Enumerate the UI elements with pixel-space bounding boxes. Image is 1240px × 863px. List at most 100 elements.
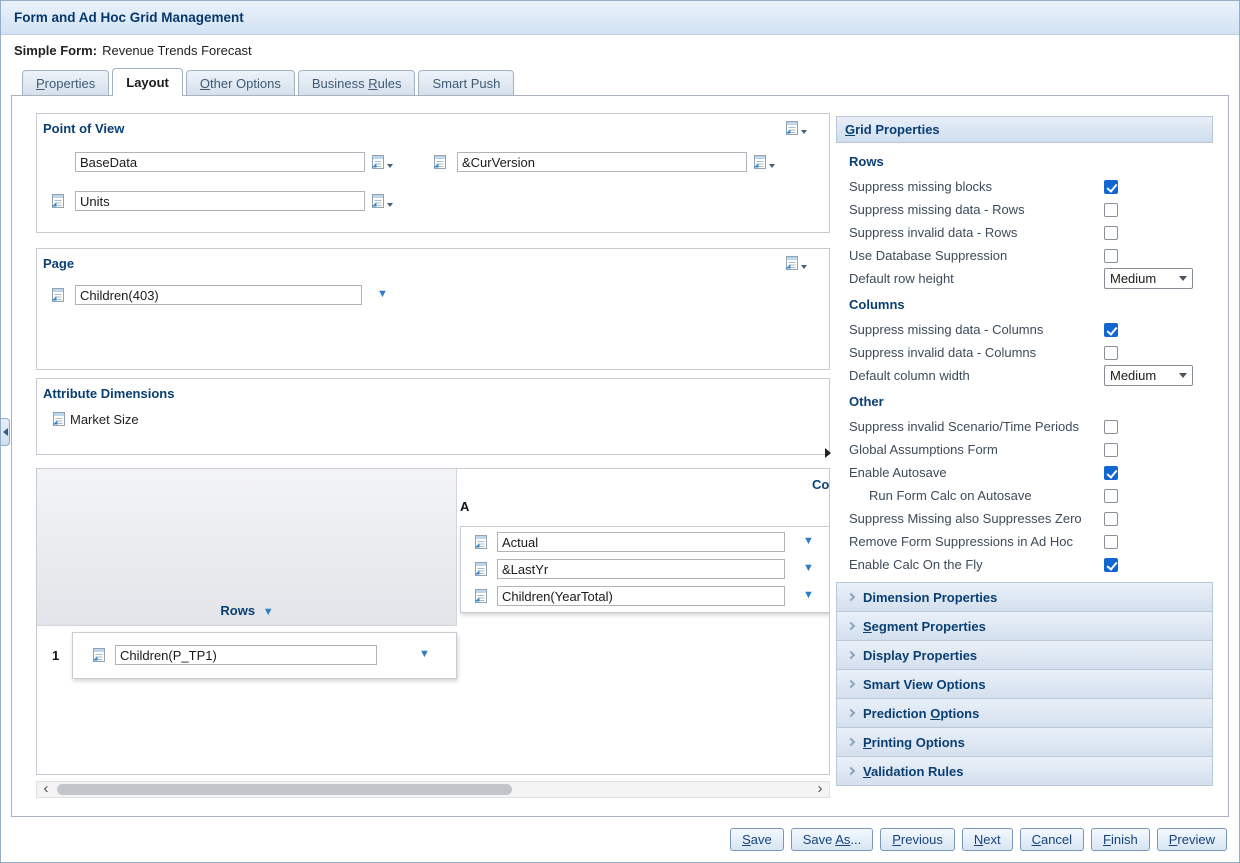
- next-button[interactable]: Next: [962, 828, 1013, 851]
- use-database-suppression-checkbox[interactable]: [1104, 249, 1118, 263]
- chevron-right-icon: [847, 680, 855, 688]
- select-value: Medium: [1110, 368, 1156, 383]
- tab-other-options[interactable]: Other Options: [186, 70, 295, 95]
- dimension-icon[interactable]: [91, 647, 107, 663]
- section-printing-options[interactable]: Printing Options: [836, 727, 1213, 757]
- dimension-icon[interactable]: [432, 154, 448, 170]
- section-segment-properties[interactable]: Segment Properties: [836, 611, 1213, 641]
- dropdown-arrow-icon[interactable]: ▼: [803, 590, 814, 601]
- scrollbar-thumb[interactable]: [57, 784, 512, 795]
- accordion-label: Printing Options: [863, 735, 965, 750]
- pov-member-input[interactable]: [75, 152, 365, 172]
- suppress-missing-blocks-checkbox[interactable]: [1104, 180, 1118, 194]
- finish-button[interactable]: Finish: [1091, 828, 1150, 851]
- member-selector-button[interactable]: [752, 154, 775, 170]
- dimension-icon[interactable]: [50, 193, 66, 209]
- previous-button[interactable]: Previous: [880, 828, 955, 851]
- accordion-label: Segment Properties: [863, 619, 986, 634]
- default-row-height-select[interactable]: Medium: [1104, 268, 1193, 289]
- suppress-invalid-scenario-time-periods-checkbox[interactable]: [1104, 420, 1118, 434]
- member-selector-button[interactable]: [370, 193, 393, 209]
- column-member-input[interactable]: [497, 586, 785, 606]
- remove-form-suppressions-in-ad-hoc-checkbox[interactable]: [1104, 535, 1118, 549]
- chevron-right-icon: [847, 593, 855, 601]
- horizontal-scrollbar[interactable]: ‹ ›: [36, 781, 830, 798]
- splitter-collapse-right-button[interactable]: [825, 448, 831, 458]
- row-number: 1: [52, 648, 59, 663]
- column-member-input[interactable]: [497, 532, 785, 552]
- tab-label: Business Rules: [312, 76, 402, 91]
- section-dimension-properties[interactable]: Dimension Properties: [836, 582, 1213, 612]
- run-form-calc-on-autosave-checkbox[interactable]: [1104, 489, 1118, 503]
- dropdown-arrow-icon[interactable]: ▼: [803, 536, 814, 547]
- prop-row: Global Assumptions Form: [836, 438, 1213, 461]
- dimension-icon[interactable]: [50, 287, 66, 303]
- section-prediction-options[interactable]: Prediction Options: [836, 698, 1213, 728]
- column-member-input[interactable]: [497, 559, 785, 579]
- pov-member-input[interactable]: [75, 191, 365, 211]
- accordion-label: Dimension Properties: [863, 590, 997, 605]
- member-selector-button[interactable]: [370, 154, 393, 170]
- tab-layout[interactable]: Layout: [112, 68, 183, 96]
- prop-row: Remove Form Suppressions in Ad Hoc: [836, 530, 1213, 553]
- cancel-button[interactable]: Cancel: [1020, 828, 1084, 851]
- grid-properties-body: Rows Suppress missing blocks Suppress mi…: [836, 143, 1213, 576]
- page-title-label: Page: [43, 256, 74, 271]
- section-smart-view-options[interactable]: Smart View Options: [836, 669, 1213, 699]
- grid-properties-title: Grid Properties: [845, 122, 940, 137]
- enable-autosave-checkbox[interactable]: [1104, 466, 1118, 480]
- suppress-invalid-data-rows-checkbox[interactable]: [1104, 226, 1118, 240]
- dropdown-arrow-icon[interactable]: ▼: [419, 649, 430, 660]
- rows-axis-header[interactable]: Rows ▼: [37, 603, 457, 618]
- tab-properties[interactable]: Properties: [22, 70, 109, 95]
- preview-button[interactable]: Preview: [1157, 828, 1227, 851]
- attribute-dimension-item[interactable]: Market Size: [51, 411, 139, 427]
- button-label: Preview: [1169, 832, 1215, 847]
- suppress-invalid-data-columns-checkbox[interactable]: [1104, 346, 1118, 360]
- dropdown-arrow-icon[interactable]: ▼: [803, 563, 814, 574]
- columns-axis-header[interactable]: Columns: [812, 477, 830, 492]
- default-column-width-select[interactable]: Medium: [1104, 365, 1193, 386]
- row-member-input[interactable]: [115, 645, 377, 665]
- dimension-icon[interactable]: [473, 561, 489, 577]
- footer-button-bar: Save Save As... Previous Next Cancel Fin…: [1, 817, 1239, 862]
- tab-smart-push[interactable]: Smart Push: [418, 70, 514, 95]
- tab-business-rules[interactable]: Business Rules: [298, 70, 416, 95]
- section-display-properties[interactable]: Display Properties: [836, 640, 1213, 670]
- suppress-missing-data-rows-checkbox[interactable]: [1104, 203, 1118, 217]
- scroll-left-arrow[interactable]: ‹: [39, 782, 53, 797]
- button-label: Next: [974, 832, 1001, 847]
- dropdown-arrow-icon[interactable]: ▼: [377, 289, 388, 300]
- column-header-a: A: [460, 499, 469, 514]
- grid-properties-panel: Grid Properties Rows Suppress missing bl…: [836, 116, 1213, 786]
- global-assumptions-form-checkbox[interactable]: [1104, 443, 1118, 457]
- pov-actions-button[interactable]: [784, 120, 807, 136]
- grid-properties-header[interactable]: Grid Properties: [836, 116, 1213, 143]
- grid-designer: Rows ▼ Columns A ▼ ▼ ▼ 1 ▼: [36, 468, 830, 775]
- scroll-right-arrow[interactable]: ›: [813, 782, 827, 797]
- dimension-icon[interactable]: [473, 588, 489, 604]
- save-as-button[interactable]: Save As...: [791, 828, 874, 851]
- suppress-missing-also-suppresses-zero-checkbox[interactable]: [1104, 512, 1118, 526]
- pov-member-input[interactable]: [457, 152, 747, 172]
- chevron-down-icon: [801, 265, 807, 269]
- accordion-label: Smart View Options: [863, 677, 986, 692]
- page-actions-button[interactable]: [784, 255, 807, 271]
- chevron-right-icon: [847, 622, 855, 630]
- save-button[interactable]: Save: [730, 828, 784, 851]
- rows-label: Rows: [220, 603, 255, 618]
- prop-row: Suppress missing data - Columns: [836, 318, 1213, 341]
- splitter-collapse-left-button[interactable]: [1, 418, 10, 446]
- section-validation-rules[interactable]: Validation Rules: [836, 756, 1213, 786]
- page-member-input[interactable]: [75, 285, 362, 305]
- section-heading-other: Other: [836, 387, 1213, 415]
- chevron-down-icon: [1179, 373, 1187, 378]
- prop-row: Suppress invalid data - Rows: [836, 221, 1213, 244]
- page-panel: Page ▼: [36, 248, 830, 370]
- member-selector-icon: [370, 154, 386, 170]
- suppress-missing-data-columns-checkbox[interactable]: [1104, 323, 1118, 337]
- enable-calc-on-the-fly-checkbox[interactable]: [1104, 558, 1118, 572]
- prop-row: Suppress missing data - Rows: [836, 198, 1213, 221]
- prop-label: Use Database Suppression: [849, 248, 1104, 263]
- dimension-icon[interactable]: [473, 534, 489, 550]
